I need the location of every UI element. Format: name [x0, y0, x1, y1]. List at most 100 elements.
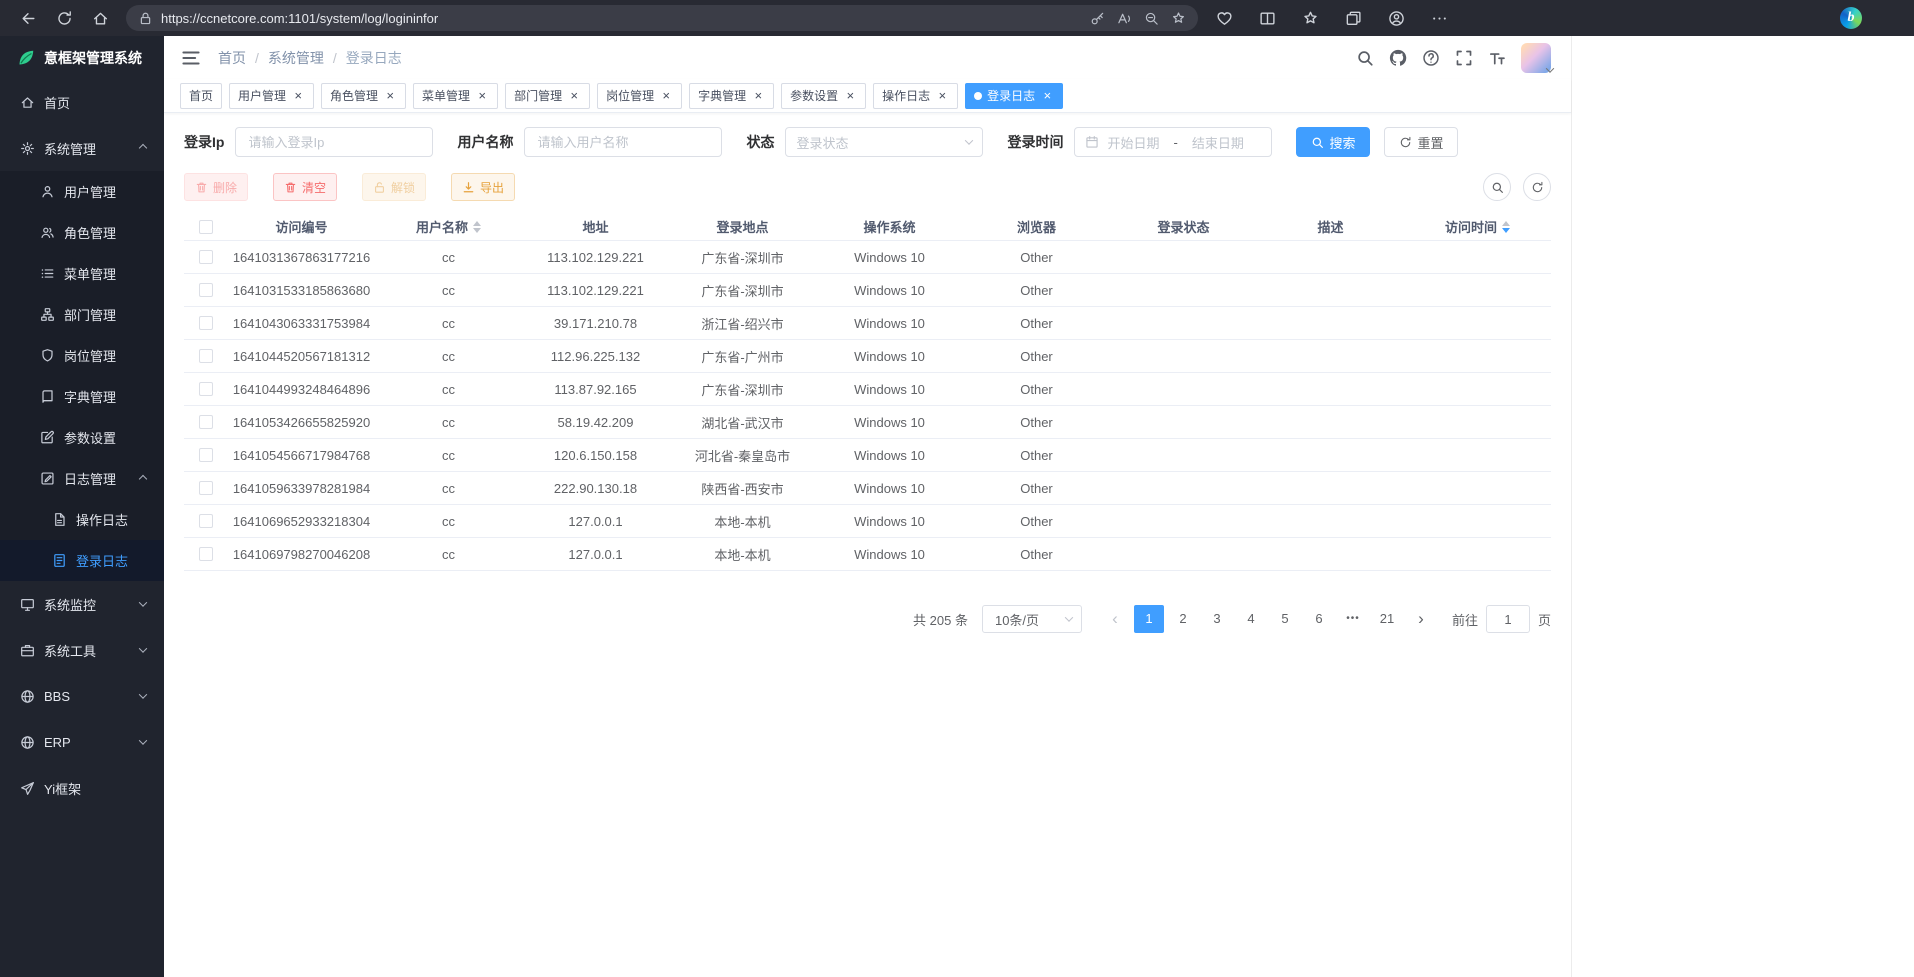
goto-page-input[interactable] [1486, 605, 1530, 633]
sidebar-item-tools[interactable]: 系统工具 [0, 627, 164, 673]
sidebar-item-op-log[interactable]: 操作日志 [0, 499, 164, 540]
more-pages-button[interactable]: ••• [1338, 605, 1368, 633]
fullscreen-toggle-icon[interactable] [1455, 49, 1473, 67]
hamburger-icon[interactable] [180, 47, 202, 69]
page-button-2[interactable]: 2 [1168, 605, 1198, 633]
github-link-icon[interactable] [1389, 49, 1407, 67]
table-cell: 1641054566717984768 [228, 448, 375, 463]
close-icon[interactable]: × [291, 89, 305, 103]
sidebar-item-param-settings[interactable]: 参数设置 [0, 417, 164, 458]
font-size-icon[interactable] [1488, 49, 1506, 67]
row-checkbox[interactable] [199, 448, 213, 462]
sidebar-item-yi-framework[interactable]: Yi框架 [0, 765, 164, 811]
zoom-out-icon[interactable] [1144, 11, 1159, 26]
sidebar-item-role-mgmt[interactable]: 角色管理 [0, 212, 164, 253]
home-button-button[interactable] [85, 4, 115, 32]
search-button[interactable]: 搜索 [1296, 127, 1370, 157]
column-header[interactable]: 用户名称 [375, 217, 522, 237]
tab-user-mgmt[interactable]: 用户管理× [229, 83, 314, 109]
tab-op-log[interactable]: 操作日志× [873, 83, 958, 109]
sidebar-item-dict-mgmt[interactable]: 字典管理 [0, 376, 164, 417]
login-ip-input[interactable] [235, 127, 433, 157]
prev-page-button[interactable]: ‹ [1100, 605, 1130, 633]
sidebar-item-erp[interactable]: ERP [0, 719, 164, 765]
clear-button[interactable]: 清空 [273, 173, 337, 201]
password-manager-icon[interactable] [1090, 11, 1105, 26]
collections-icon[interactable] [1345, 10, 1362, 27]
split-screen-icon[interactable] [1259, 10, 1276, 27]
column-header[interactable]: 访问时间 [1404, 217, 1551, 237]
sidebar-item-login-log[interactable]: 登录日志 [0, 540, 164, 581]
header-search-icon[interactable] [1356, 49, 1374, 67]
page-button-6[interactable]: 6 [1304, 605, 1334, 633]
row-checkbox[interactable] [199, 514, 213, 528]
close-icon[interactable]: × [1040, 89, 1054, 103]
user-name-input[interactable] [524, 127, 722, 157]
settings-more-icon[interactable] [1431, 10, 1448, 27]
browser-essentials-icon[interactable] [1216, 10, 1233, 27]
favorites-icon[interactable] [1302, 10, 1319, 27]
export-button[interactable]: 导出 [451, 173, 515, 201]
reload-button-button[interactable] [49, 4, 79, 32]
sidebar-item-log-mgmt[interactable]: 日志管理 [0, 458, 164, 499]
sidebar-item-bbs[interactable]: BBS [0, 673, 164, 719]
row-checkbox[interactable] [199, 481, 213, 495]
close-icon[interactable]: × [751, 89, 765, 103]
close-icon[interactable]: × [843, 89, 857, 103]
delete-button[interactable]: 删除 [184, 173, 248, 201]
row-checkbox[interactable] [199, 283, 213, 297]
next-page-button[interactable]: › [1406, 605, 1436, 633]
tab-param-settings[interactable]: 参数设置× [781, 83, 866, 109]
row-checkbox[interactable] [199, 349, 213, 363]
back-button-button[interactable] [13, 4, 43, 32]
breadcrumb-item[interactable]: 首页 [218, 48, 246, 68]
tab-role-mgmt[interactable]: 角色管理× [321, 83, 406, 109]
add-favorite-icon[interactable] [1171, 11, 1186, 26]
refresh-table-button[interactable] [1523, 173, 1551, 201]
tab-login-log[interactable]: 登录日志× [965, 83, 1063, 109]
sort-caret-icon[interactable] [473, 217, 481, 237]
row-checkbox[interactable] [199, 250, 213, 264]
tab-post-mgmt[interactable]: 岗位管理× [597, 83, 682, 109]
row-checkbox[interactable] [199, 547, 213, 561]
sidebar-item-system-mgmt[interactable]: 系统管理 [0, 125, 164, 171]
profile-icon[interactable] [1388, 10, 1405, 27]
select-all-checkbox[interactable] [199, 220, 213, 234]
page-button-3[interactable]: 3 [1202, 605, 1232, 633]
status-select[interactable]: 登录状态 [785, 127, 983, 157]
sidebar-item-monitor[interactable]: 系统监控 [0, 581, 164, 627]
sidebar-item-menu-mgmt[interactable]: 菜单管理 [0, 253, 164, 294]
tab-home[interactable]: 首页 [180, 83, 222, 109]
login-time-range-picker[interactable]: 开始日期 - 结束日期 [1074, 127, 1272, 157]
address-bar[interactable]: https://ccnetcore.com:1101/system/log/lo… [126, 5, 1198, 31]
page-button-5[interactable]: 5 [1270, 605, 1300, 633]
tab-dict-mgmt[interactable]: 字典管理× [689, 83, 774, 109]
table-cell: 本地-本机 [669, 545, 816, 564]
tab-menu-mgmt[interactable]: 菜单管理× [413, 83, 498, 109]
row-checkbox[interactable] [199, 316, 213, 330]
page-size-select[interactable]: 10条/页 [982, 605, 1082, 633]
help-icon[interactable] [1422, 49, 1440, 67]
row-checkbox[interactable] [199, 415, 213, 429]
close-icon[interactable]: × [935, 89, 949, 103]
close-icon[interactable]: × [659, 89, 673, 103]
page-button-1[interactable]: 1 [1134, 605, 1164, 633]
sidebar-item-user-mgmt[interactable]: 用户管理 [0, 171, 164, 212]
show-search-button[interactable] [1483, 173, 1511, 201]
bing-copilot-icon[interactable]: b [1840, 7, 1862, 29]
unlock-button[interactable]: 解锁 [362, 173, 426, 201]
sidebar-item-dept-mgmt[interactable]: 部门管理 [0, 294, 164, 335]
row-checkbox[interactable] [199, 382, 213, 396]
close-icon[interactable]: × [567, 89, 581, 103]
sidebar-item-home[interactable]: 首页 [0, 79, 164, 125]
sort-caret-icon[interactable] [1502, 217, 1510, 237]
page-button-21[interactable]: 21 [1372, 605, 1402, 633]
close-icon[interactable]: × [383, 89, 397, 103]
breadcrumb-item[interactable]: 系统管理 [268, 48, 324, 68]
close-icon[interactable]: × [475, 89, 489, 103]
sidebar-item-post-mgmt[interactable]: 岗位管理 [0, 335, 164, 376]
reset-button[interactable]: 重置 [1384, 127, 1458, 157]
tab-dept-mgmt[interactable]: 部门管理× [505, 83, 590, 109]
page-button-4[interactable]: 4 [1236, 605, 1266, 633]
read-aloud-icon[interactable] [1117, 11, 1132, 26]
